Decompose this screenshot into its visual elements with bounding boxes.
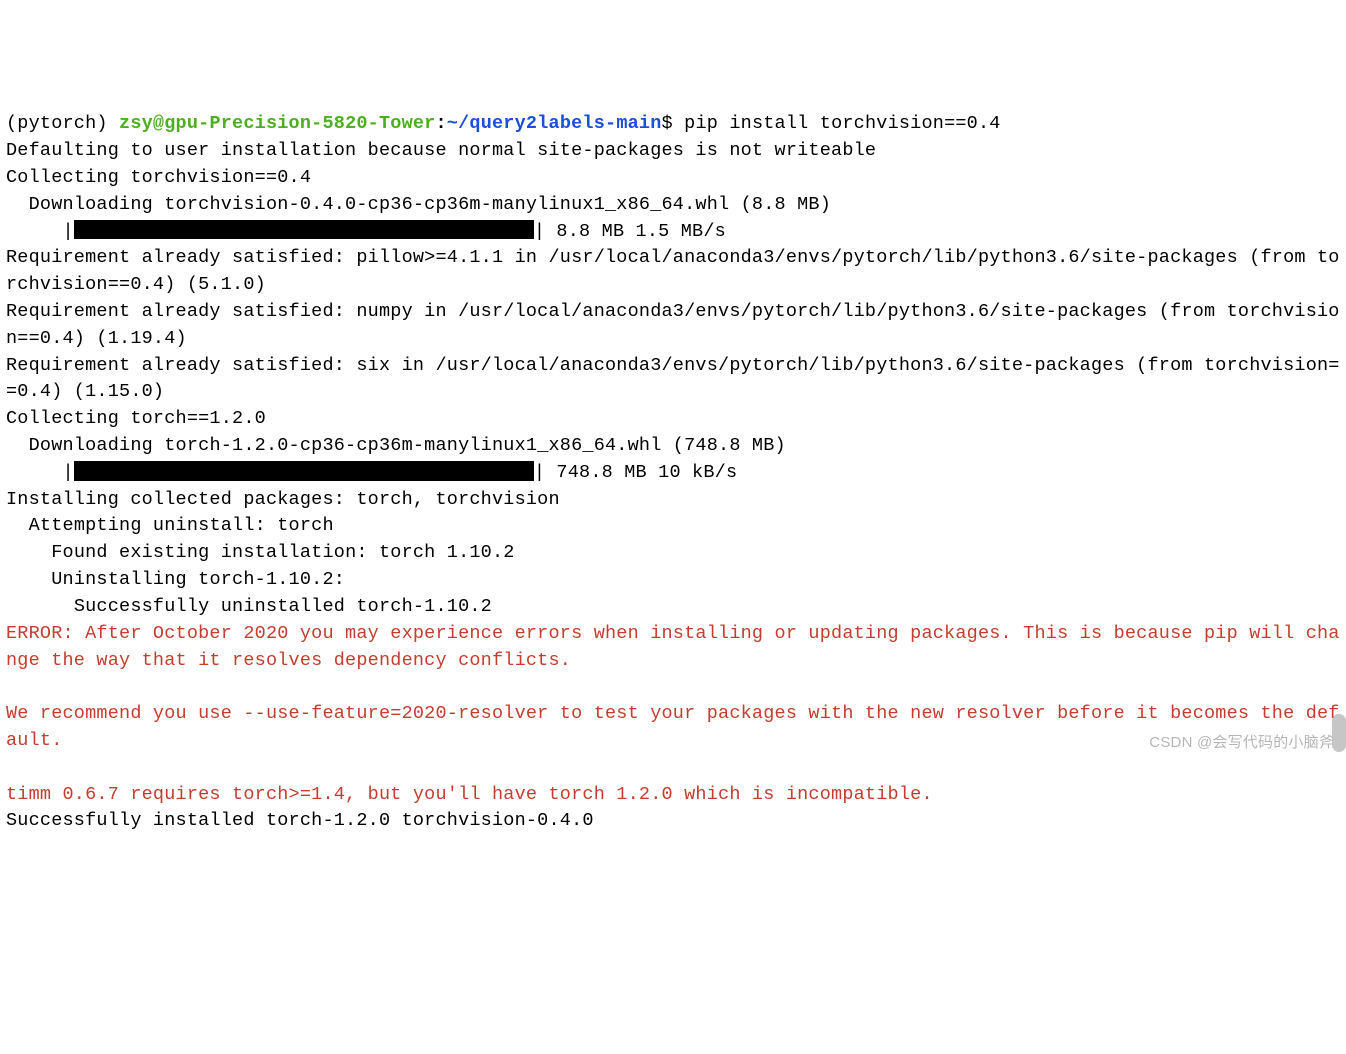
bar-fill-icon xyxy=(74,461,534,480)
output-line: Successfully installed torch-1.2.0 torch… xyxy=(6,810,594,831)
prompt-colon: : xyxy=(435,113,446,134)
scrollbar-thumb[interactable] xyxy=(1332,714,1346,752)
progress-bar-1: | | 8.8 MB 1.5 MB/s xyxy=(6,219,726,246)
output-line: Collecting torch==1.2.0 xyxy=(6,408,266,429)
output-line: Downloading torchvision-0.4.0-cp36-cp36m… xyxy=(6,194,831,215)
output-line: Successfully uninstalled torch-1.10.2 xyxy=(6,596,492,617)
output-line: Attempting uninstall: torch xyxy=(6,515,334,536)
output-line: Found existing installation: torch 1.10.… xyxy=(6,542,515,563)
user-host: zsy@gpu-Precision-5820-Tower xyxy=(119,113,435,134)
error-line: ERROR: After October 2020 you may experi… xyxy=(6,623,1340,671)
output-line: Collecting torchvision==0.4 xyxy=(6,167,311,188)
output-line: Downloading torch-1.2.0-cp36-cp36m-manyl… xyxy=(6,435,786,456)
output-line: Uninstalling torch-1.10.2: xyxy=(6,569,345,590)
bar-fill-icon xyxy=(74,220,534,239)
output-line: Requirement already satisfied: numpy in … xyxy=(6,301,1340,349)
output-line: Defaulting to user installation because … xyxy=(6,140,876,161)
output-line: Requirement already satisfied: six in /u… xyxy=(6,355,1340,403)
error-line: We recommend you use --use-feature=2020-… xyxy=(6,703,1340,751)
bar-pipe-left: | xyxy=(6,221,74,242)
bar-pipe-left: | xyxy=(6,462,74,483)
output-line: Installing collected packages: torch, to… xyxy=(6,489,560,510)
env-name: (pytorch) xyxy=(6,113,119,134)
terminal-output[interactable]: (pytorch) zsy@gpu-Precision-5820-Tower:~… xyxy=(6,111,1340,835)
prompt-dollar: $ xyxy=(662,113,685,134)
cwd-path: ~/query2labels-main xyxy=(447,113,662,134)
bar-pipe-right: | 8.8 MB 1.5 MB/s xyxy=(534,221,726,242)
bar-pipe-right: | 748.8 MB 10 kB/s xyxy=(534,462,737,483)
output-line: Requirement already satisfied: pillow>=4… xyxy=(6,247,1340,295)
command-text: pip install torchvision==0.4 xyxy=(684,113,1000,134)
progress-bar-2: | | 748.8 MB 10 kB/s xyxy=(6,460,737,487)
error-line: timm 0.6.7 requires torch>=1.4, but you'… xyxy=(6,784,933,805)
